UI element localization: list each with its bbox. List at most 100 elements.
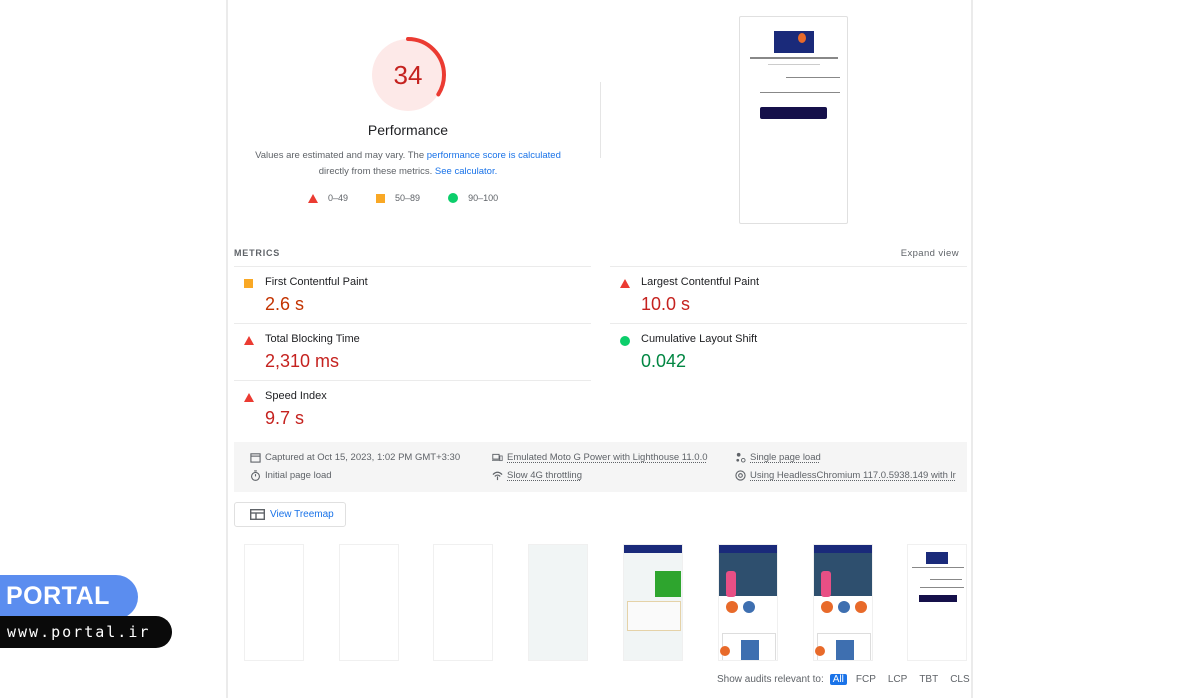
device-text: Emulated Moto G Power with Lighthouse 11… <box>507 452 708 463</box>
captured-at: Captured at Oct 15, 2023, 1:02 PM GMT+3:… <box>250 452 460 463</box>
watermark-url: www.portal.ir <box>0 616 172 648</box>
filter-lcp[interactable]: LCP <box>885 674 910 685</box>
discount-badge <box>720 646 730 656</box>
lighthouse-report-card: 34 Performance Values are estimated and … <box>226 0 973 698</box>
frame-hero <box>814 553 872 597</box>
legend-range: 50–89 <box>395 193 421 203</box>
audit-filter: Show audits relevant to: All FCP LCP TBT… <box>717 674 973 685</box>
chrome-icon <box>735 470 746 481</box>
phone-image <box>821 571 831 597</box>
triangle-icon <box>244 393 254 402</box>
legend-fail: 0–49 <box>308 193 348 203</box>
watermark-brand-text: PORTAL <box>6 582 110 610</box>
legend-pass: 90–100 <box>448 193 498 203</box>
emulated-device[interactable]: Emulated Moto G Power with Lighthouse 11… <box>492 452 708 463</box>
watermark-url-text: www.portal.ir <box>7 623 151 641</box>
devices-icon <box>492 453 503 462</box>
filmstrip-frame <box>433 544 493 661</box>
metric-name: First Contentful Paint <box>265 276 368 288</box>
filter-all[interactable]: All <box>829 674 847 685</box>
triangle-icon <box>308 193 318 203</box>
expand-view-toggle[interactable]: Expand view <box>901 248 959 259</box>
audit-filter-label: Show audits relevant to: <box>717 674 824 685</box>
category-circle <box>855 601 867 613</box>
performance-score: 34 <box>393 59 423 90</box>
thumbnail-divider <box>768 64 820 65</box>
filmstrip-frame <box>813 544 873 661</box>
metric-cls: Cumulative Layout Shift 0.042 <box>610 323 967 380</box>
frame-header <box>814 545 872 553</box>
product-card <box>720 633 776 660</box>
filter-cls[interactable]: CLS <box>947 674 972 685</box>
product-image <box>741 640 759 660</box>
performance-title: Performance <box>367 122 449 138</box>
square-icon <box>376 193 386 203</box>
filter-fcp[interactable]: FCP <box>853 674 879 685</box>
filmstrip-frame <box>907 544 967 661</box>
category-circle <box>838 601 850 613</box>
treemap-icon <box>250 509 265 520</box>
nodes-icon <box>736 452 746 463</box>
discount-badge <box>815 646 825 656</box>
calendar-icon <box>250 453 261 463</box>
description-text: Values are estimated and may vary. The <box>255 150 427 161</box>
frame-header <box>624 545 682 553</box>
thumbnail-submit-button <box>919 595 957 602</box>
network-throttling[interactable]: Slow 4G throttling <box>492 470 582 481</box>
browser-text: Using HeadlessChromium 117.0.5938.149 wi… <box>750 470 956 481</box>
score-legend: 0–49 50–89 90–100 <box>308 193 526 203</box>
browser-version[interactable]: Using HeadlessChromium 117.0.5938.149 wi… <box>735 470 956 481</box>
initial-load-text: Initial page load <box>265 470 332 481</box>
category-circle <box>743 601 755 613</box>
thumbnail-text-line <box>786 77 840 78</box>
thumbnail-submit-button <box>760 107 827 119</box>
circle-icon <box>620 336 630 346</box>
description-text-2: directly from these metrics. <box>318 165 435 177</box>
thumbnail-text-line <box>760 92 840 93</box>
performance-gauge: 34 <box>369 36 447 114</box>
metric-name: Largest Contentful Paint <box>641 276 760 288</box>
metric-name: Total Blocking Time <box>265 333 360 345</box>
filmstrip-frame <box>623 544 683 661</box>
final-screenshot[interactable] <box>739 16 848 224</box>
see-calculator-link[interactable]: See calculator. <box>435 166 497 177</box>
filmstrip-frame <box>528 544 588 661</box>
product-image <box>836 640 854 660</box>
thumbnail-text-line <box>930 579 962 580</box>
single-page-load[interactable]: Single page load <box>735 452 821 463</box>
metrics-heading: METRICS <box>234 248 281 258</box>
filmstrip-frame <box>718 544 778 661</box>
stopwatch-icon <box>251 470 260 481</box>
throttling-text: Slow 4G throttling <box>507 470 582 481</box>
legend-range: 90–100 <box>468 193 499 203</box>
metric-value: 2,310 ms <box>265 351 340 371</box>
square-icon <box>244 279 253 288</box>
phone-image <box>726 571 736 597</box>
wifi-icon <box>492 471 503 481</box>
triangle-icon <box>244 336 254 345</box>
score-calculated-link[interactable]: performance score is calculated <box>427 150 561 161</box>
performance-description: Values are estimated and may vary. The p… <box>248 148 568 179</box>
watermark-brand: PORTAL <box>0 575 138 619</box>
metrics-right-column: Largest Contentful Paint 10.0 s Cumulati… <box>610 266 967 380</box>
thumbnail-text-line <box>912 567 964 568</box>
view-treemap-button[interactable]: View Treemap <box>234 502 346 527</box>
metric-value: 9.7 s <box>265 408 305 428</box>
site-logo-thumbnail <box>926 552 948 564</box>
product-card <box>815 633 871 660</box>
category-circle <box>726 601 738 613</box>
filter-tbt[interactable]: TBT <box>916 674 941 685</box>
metric-value: 10.0 s <box>641 294 691 314</box>
category-circle <box>821 601 833 613</box>
thumbnail-text-line <box>750 57 838 59</box>
frame-placeholder-box <box>627 601 681 631</box>
metrics-left-column: First Contentful Paint 2.6 s Total Block… <box>234 266 591 437</box>
frame-hero <box>719 553 777 597</box>
legend-range: 0–49 <box>328 193 349 203</box>
metric-value: 0.042 <box>641 351 687 371</box>
triangle-icon <box>620 279 630 288</box>
whatsapp-icon <box>655 571 681 597</box>
frame-header <box>719 545 777 553</box>
circle-icon <box>448 193 459 203</box>
filmstrip-frame <box>244 544 304 661</box>
